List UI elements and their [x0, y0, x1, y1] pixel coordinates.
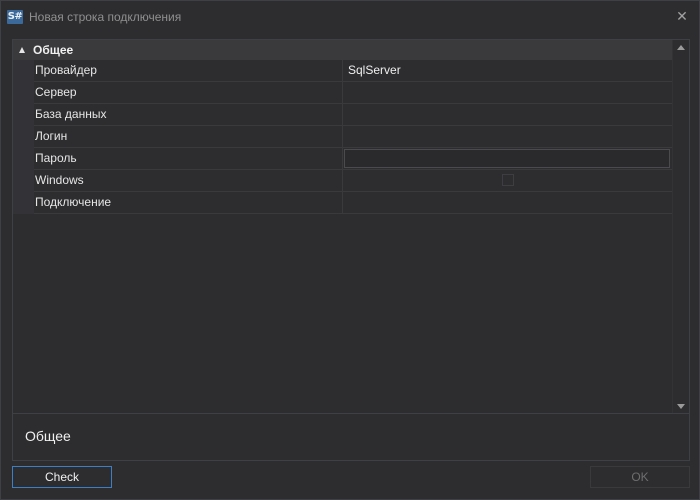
description-title: Общее [25, 428, 71, 444]
ok-button[interactable]: OK [590, 466, 690, 488]
property-row-database[interactable]: База данных [13, 104, 673, 126]
property-rows: Провайдер SqlServer Сервер База данных Л… [13, 60, 673, 214]
category-label: Общее [33, 43, 74, 57]
row-gutter [13, 104, 34, 126]
property-row-windows[interactable]: Windows [13, 170, 673, 192]
row-gutter [13, 192, 34, 214]
property-name: Провайдер [35, 63, 97, 77]
column-divider [342, 170, 343, 192]
collapse-triangle-icon[interactable] [19, 47, 25, 53]
password-field[interactable] [344, 149, 670, 168]
category-header[interactable]: Общее [13, 40, 673, 60]
property-name: Подключение [35, 195, 112, 209]
app-icon: S# [7, 10, 23, 24]
column-divider [342, 126, 343, 148]
description-panel: Общее [12, 413, 690, 461]
row-gutter [13, 60, 34, 82]
property-name: Windows [35, 173, 84, 187]
property-row-password[interactable]: Пароль [13, 148, 673, 170]
row-gutter [13, 148, 34, 170]
row-gutter [13, 170, 34, 192]
column-divider [342, 148, 343, 170]
scroll-down-icon[interactable] [677, 404, 685, 409]
provider-value[interactable]: SqlServer [348, 63, 401, 77]
property-name: Логин [35, 129, 68, 143]
check-button[interactable]: Check [12, 466, 112, 488]
property-row-login[interactable]: Логин [13, 126, 673, 148]
column-divider [342, 104, 343, 126]
vertical-scrollbar[interactable] [672, 40, 689, 414]
scroll-up-icon[interactable] [677, 45, 685, 50]
row-gutter [13, 126, 34, 148]
property-name: Сервер [35, 85, 77, 99]
windows-auth-checkbox[interactable] [502, 174, 514, 186]
row-gutter [13, 82, 34, 104]
dialog-window: S# Новая строка подключения ✕ Общее Пров… [0, 0, 700, 500]
column-divider [342, 192, 343, 214]
property-grid: Общее Провайдер SqlServer Сервер База да… [12, 39, 690, 415]
property-row-connection[interactable]: Подключение [13, 192, 673, 214]
property-row-provider[interactable]: Провайдер SqlServer [13, 60, 673, 82]
close-icon[interactable]: ✕ [673, 7, 691, 25]
title-bar: S# Новая строка подключения ✕ [1, 1, 699, 33]
column-divider [342, 60, 343, 82]
property-name: Пароль [35, 151, 77, 165]
property-name: База данных [35, 107, 107, 121]
property-row-server[interactable]: Сервер [13, 82, 673, 104]
column-divider [342, 82, 343, 104]
window-title: Новая строка подключения [29, 10, 182, 24]
